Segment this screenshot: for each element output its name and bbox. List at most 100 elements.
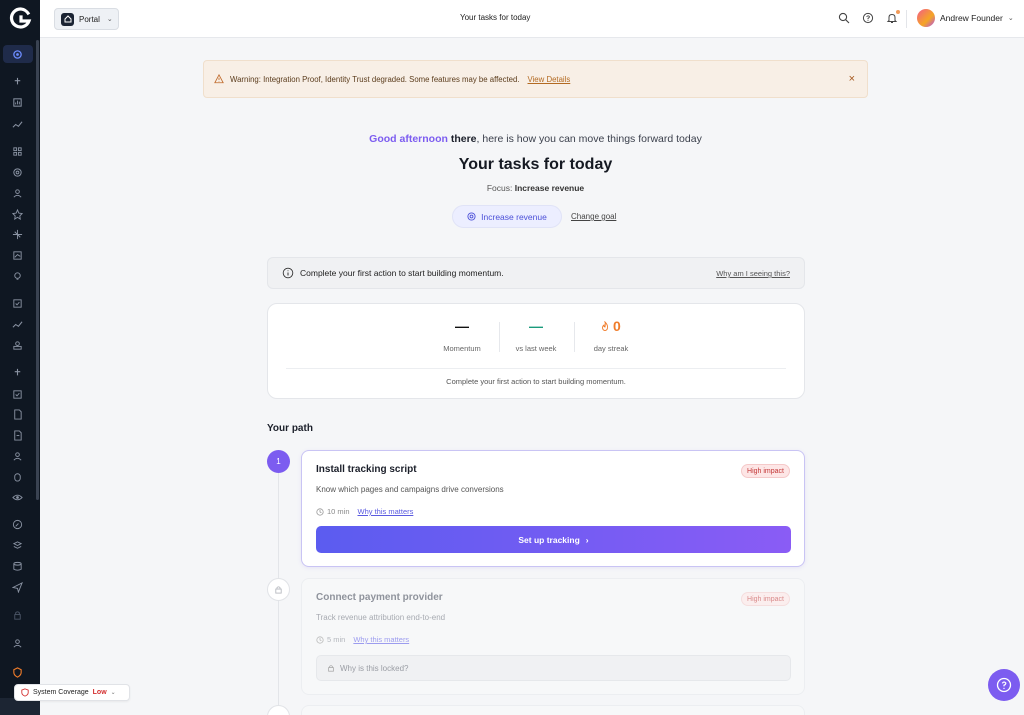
user-menu[interactable]: Andrew Founder ⌄ bbox=[917, 9, 1014, 27]
rail-scrollbar[interactable] bbox=[36, 40, 39, 500]
nav-hand-icon[interactable] bbox=[12, 471, 23, 482]
nav-bulb-icon[interactable] bbox=[12, 271, 23, 282]
path-heading: Your path bbox=[267, 423, 313, 434]
task-card-partial bbox=[301, 705, 805, 715]
task-description: Track revenue attribution end-to-end bbox=[316, 613, 446, 622]
avatar bbox=[917, 9, 935, 27]
streak-label: day streak bbox=[593, 344, 629, 353]
why-locked-label: Why is this locked? bbox=[340, 663, 409, 673]
flame-icon bbox=[602, 320, 609, 331]
focus-label: Focus: bbox=[486, 183, 513, 193]
coverage-label: System Coverage bbox=[33, 689, 89, 696]
app-logo[interactable] bbox=[8, 7, 32, 31]
nav-sparkle-icon[interactable] bbox=[12, 229, 23, 240]
greeting-name: there bbox=[450, 133, 477, 145]
nav-account-icon[interactable] bbox=[12, 638, 23, 649]
nav-report-icon[interactable] bbox=[12, 97, 23, 108]
nav-compass-icon[interactable] bbox=[12, 519, 23, 530]
task-meta: 5 min Why this matters bbox=[316, 635, 409, 644]
momentum-value: — bbox=[455, 318, 469, 334]
task-description: Know which pages and campaigns drive con… bbox=[316, 485, 504, 494]
nav-database-icon[interactable] bbox=[12, 561, 23, 572]
stat-streak: 0 day streak bbox=[571, 318, 651, 353]
greeting: Good afternoon there, here is how you ca… bbox=[0, 133, 1024, 145]
goal-pill-label: Increase revenue bbox=[481, 211, 547, 222]
nav-idea-icon[interactable] bbox=[12, 77, 23, 88]
week-value: — bbox=[529, 318, 543, 334]
why-seeing-link[interactable]: Why am I seeing this? bbox=[716, 269, 790, 278]
help-icon[interactable] bbox=[862, 12, 874, 24]
nav-star-icon[interactable] bbox=[12, 209, 23, 220]
nav-stack-icon[interactable] bbox=[12, 540, 23, 551]
streak-value-row: 0 bbox=[571, 318, 651, 338]
nav-shield-icon[interactable] bbox=[12, 667, 23, 678]
workspace-switcher[interactable]: Portal ⌄ bbox=[54, 8, 119, 30]
why-matters-link[interactable]: Why this matters bbox=[353, 635, 409, 644]
focus-line: Focus: Increase revenue bbox=[0, 183, 1024, 193]
nav-file-icon[interactable] bbox=[12, 430, 23, 441]
why-matters-link[interactable]: Why this matters bbox=[358, 507, 414, 516]
stats-footer: Complete your first action to start buil… bbox=[446, 377, 626, 386]
chevron-down-icon: ⌄ bbox=[1007, 15, 1014, 22]
change-goal-link[interactable]: Change goal bbox=[571, 212, 616, 221]
nav-doc-icon[interactable] bbox=[12, 409, 23, 420]
header-divider bbox=[906, 10, 907, 28]
step-number: 1 bbox=[267, 450, 290, 473]
chevron-down-icon: ⌄ bbox=[110, 690, 116, 696]
nav-lamp-icon[interactable] bbox=[12, 368, 23, 379]
chevron-right-icon: › bbox=[585, 534, 589, 545]
nav-tasks-icon[interactable] bbox=[12, 389, 23, 400]
info-text: Complete your first action to start buil… bbox=[300, 268, 504, 278]
view-details-link[interactable]: View Details bbox=[528, 75, 571, 84]
main-heading: Your tasks for today bbox=[458, 156, 613, 173]
set-up-tracking-button[interactable]: Set up tracking › bbox=[316, 526, 791, 553]
nav-dashboard-icon[interactable] bbox=[12, 49, 23, 60]
week-label: vs last week bbox=[515, 344, 557, 353]
clock-icon bbox=[316, 635, 324, 644]
coverage-level: Low bbox=[92, 689, 107, 696]
user-name: Andrew Founder bbox=[940, 13, 1003, 23]
target-icon bbox=[467, 212, 476, 221]
goal-pill[interactable]: Increase revenue bbox=[452, 205, 562, 228]
lock-icon bbox=[328, 665, 334, 672]
task-title: Connect payment provider bbox=[316, 592, 443, 603]
warning-text: Warning: Integration Proof, Identity Tru… bbox=[230, 74, 520, 84]
help-button[interactable] bbox=[988, 669, 1020, 701]
nav-checklist-icon[interactable] bbox=[12, 298, 23, 309]
task-meta: 10 min Why this matters bbox=[316, 507, 413, 516]
impact-badge: High impact bbox=[741, 464, 790, 478]
step-lock bbox=[267, 578, 290, 601]
info-icon bbox=[282, 267, 294, 279]
close-icon[interactable]: × bbox=[849, 73, 855, 85]
nav-analytics-icon[interactable] bbox=[12, 319, 23, 330]
workspace-label: Portal bbox=[79, 14, 100, 24]
task-card: Install tracking script High impact Know… bbox=[301, 450, 805, 567]
task-duration: 5 min bbox=[316, 635, 345, 644]
lock-icon bbox=[275, 586, 282, 594]
warning-icon bbox=[214, 74, 224, 84]
stats-card: — Momentum — vs last week 0 day streak C… bbox=[267, 303, 805, 399]
nav-eye-icon[interactable] bbox=[12, 492, 23, 503]
streak-value: 0 bbox=[613, 318, 621, 334]
step-lock bbox=[267, 705, 290, 715]
chevron-down-icon: ⌄ bbox=[106, 16, 113, 23]
nav-lock-icon[interactable] bbox=[12, 610, 23, 621]
stat-momentum: — Momentum bbox=[422, 318, 502, 353]
why-locked-button[interactable]: Why is this locked? bbox=[316, 655, 791, 681]
nav-people-icon[interactable] bbox=[12, 451, 23, 462]
question-icon bbox=[996, 677, 1012, 693]
page-title: Your tasks for today bbox=[460, 13, 531, 22]
nav-team-icon[interactable] bbox=[12, 340, 23, 351]
left-rail bbox=[0, 0, 40, 715]
search-icon[interactable] bbox=[838, 12, 850, 24]
focus-value: Increase revenue bbox=[514, 183, 585, 193]
nav-chart-icon[interactable] bbox=[12, 250, 23, 261]
cta-label: Set up tracking bbox=[518, 534, 580, 545]
notification-dot bbox=[896, 10, 900, 14]
nav-trend-icon[interactable] bbox=[12, 119, 23, 130]
nav-send-icon[interactable] bbox=[12, 582, 23, 593]
system-coverage-chip[interactable]: System Coverage Low ⌄ bbox=[14, 684, 130, 701]
home-icon bbox=[61, 12, 74, 26]
warning-banner: Warning: Integration Proof, Identity Tru… bbox=[203, 60, 868, 98]
clock-icon bbox=[316, 507, 324, 516]
